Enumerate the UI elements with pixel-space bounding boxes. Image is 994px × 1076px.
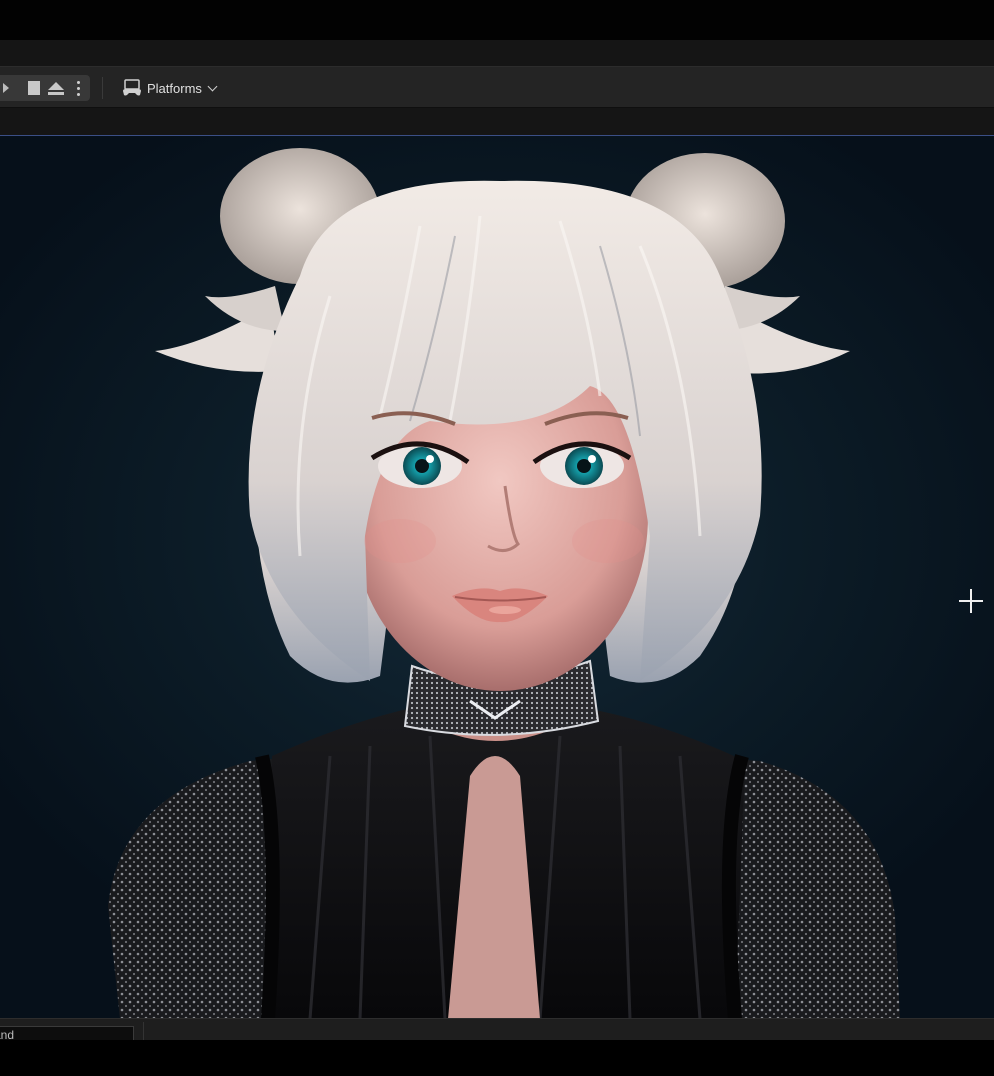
play-controls bbox=[0, 75, 90, 101]
window-top-bar bbox=[0, 0, 994, 40]
main-toolbar: Platforms bbox=[0, 66, 994, 108]
toolbar-divider bbox=[102, 77, 103, 99]
platforms-button[interactable]: Platforms bbox=[116, 75, 222, 101]
status-bar-divider bbox=[143, 1022, 144, 1040]
play-button[interactable] bbox=[0, 75, 23, 101]
eject-icon bbox=[48, 81, 65, 95]
menu-strip bbox=[0, 40, 994, 66]
stop-button[interactable] bbox=[23, 75, 46, 101]
eject-button[interactable] bbox=[45, 75, 68, 101]
status-bar bbox=[0, 1018, 994, 1041]
viewport-header bbox=[0, 108, 994, 135]
platforms-icon bbox=[123, 79, 141, 96]
window-bottom-bar bbox=[0, 1040, 994, 1076]
more-options-icon bbox=[77, 80, 81, 96]
platforms-label: Platforms bbox=[147, 80, 202, 96]
viewport-render bbox=[108, 148, 900, 1018]
play-icon bbox=[3, 83, 10, 93]
chevron-down-icon bbox=[207, 81, 218, 91]
stop-icon bbox=[27, 81, 40, 95]
crosshair-icon bbox=[959, 589, 983, 613]
more-options-button[interactable] bbox=[68, 75, 91, 101]
level-viewport[interactable] bbox=[0, 135, 994, 1018]
